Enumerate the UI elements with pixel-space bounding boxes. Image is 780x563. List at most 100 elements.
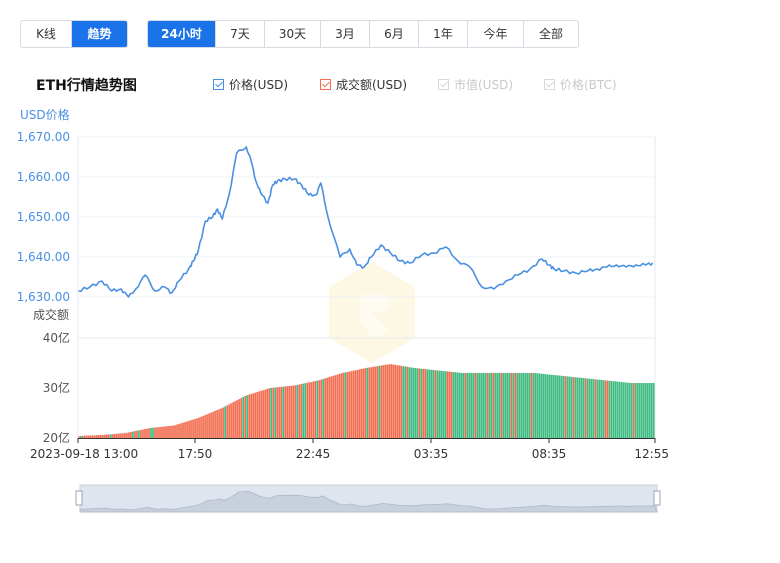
volume-bar [264, 389, 267, 438]
volume-bar [400, 365, 403, 438]
volume-bar [612, 381, 615, 438]
volume-bar [362, 368, 365, 438]
volume-bar [332, 375, 335, 438]
volume-bar [438, 370, 441, 438]
volume-bar [160, 426, 162, 438]
volume-bar [528, 373, 531, 438]
volume-bar [404, 366, 407, 438]
volume-bar [140, 429, 142, 438]
volume-bar [542, 373, 545, 438]
volume-bar [192, 419, 194, 438]
volume-bar [462, 373, 465, 438]
volume-bar [368, 367, 371, 438]
volume-bar [304, 383, 307, 438]
volume-bar [296, 384, 299, 438]
volume-bar [494, 373, 497, 438]
x-tick-label: 22:45 [296, 447, 331, 461]
volume-bar [326, 377, 329, 438]
volume-bar [630, 383, 633, 438]
volume-bar [410, 367, 413, 438]
x-tick-label: 2023-09-18 13:00 [30, 447, 138, 461]
volume-bar [334, 375, 337, 438]
volume-bar [298, 384, 301, 438]
volume-bar [388, 364, 391, 438]
volume-bar [554, 375, 557, 438]
volume-bar [526, 373, 529, 438]
price-tick-label: 1,660.00 [17, 170, 70, 184]
volume-bar [98, 435, 100, 438]
volume-bar [653, 383, 655, 438]
volume-bar [178, 423, 180, 438]
volume-bar [534, 373, 537, 438]
volume-bar [96, 435, 98, 438]
volume-bar [556, 375, 559, 438]
volume-bar [596, 379, 599, 438]
volume-bar [88, 435, 90, 438]
volume-bar [392, 364, 395, 438]
price-volume-chart: 1,670.00 1,660.00 1,650.00 1,640.00 1,630.00… [17, 107, 669, 513]
volume-bar [466, 373, 469, 438]
volume-bar [424, 369, 427, 438]
volume-bar [248, 394, 250, 438]
volume-bar [154, 427, 156, 438]
volume-bar [436, 370, 439, 438]
volume-bar [132, 431, 134, 438]
volume-bar [550, 374, 553, 438]
volume-bar [222, 407, 224, 438]
volume-bar [540, 373, 543, 438]
volume-bar [412, 367, 415, 438]
volume-bar [270, 387, 273, 438]
volume-bar [374, 366, 377, 438]
volume-bar [576, 377, 579, 438]
volume-bar [592, 379, 595, 438]
volume-bar [94, 435, 96, 438]
volume-bar [324, 378, 327, 438]
volume-bar [532, 373, 535, 438]
volume-bar [266, 388, 269, 438]
volume-bar [434, 370, 437, 438]
volume-bar [632, 383, 635, 438]
volume-bar [146, 428, 148, 438]
volume-bar [604, 380, 607, 438]
volume-bar [456, 372, 459, 438]
volume-bar [496, 373, 499, 438]
volume-bar [170, 425, 172, 438]
volume-bar [508, 373, 511, 438]
volume-bar [152, 427, 154, 438]
slider-left-handle[interactable] [75, 490, 83, 506]
slider-right-handle[interactable] [653, 490, 661, 506]
volume-bar [164, 426, 166, 438]
volume-bar [582, 378, 585, 438]
volume-bar [340, 373, 343, 438]
volume-bar [468, 373, 471, 438]
volume-bar [302, 383, 305, 438]
volume-bar [490, 373, 493, 438]
volume-bar [336, 374, 339, 438]
volume-bar [148, 428, 150, 438]
volume-tick-label: 30亿 [43, 380, 70, 395]
volume-bar [402, 366, 405, 438]
volume-bar [256, 392, 259, 438]
volume-bar [358, 369, 361, 438]
volume-bar [618, 381, 621, 438]
range-slider[interactable] [75, 484, 661, 513]
price-tick-label: 1,670.00 [17, 130, 70, 144]
volume-bar [280, 386, 283, 438]
volume-bar [276, 387, 279, 438]
volume-bar [300, 384, 303, 438]
volume-bar [166, 426, 168, 438]
volume-bar [386, 364, 389, 438]
volume-bar [162, 426, 164, 438]
volume-bar [442, 371, 445, 438]
volume-bar [310, 382, 313, 438]
volume-bar [230, 403, 232, 438]
volume-bar [552, 375, 555, 438]
volume-bar [626, 382, 629, 438]
volume-bar [258, 391, 261, 438]
volume-bar [406, 366, 409, 438]
volume-bar [650, 383, 653, 438]
volume-bar [580, 377, 583, 438]
volume-bar [156, 427, 158, 438]
volume-bar [492, 373, 495, 438]
volume-bar [286, 386, 289, 438]
